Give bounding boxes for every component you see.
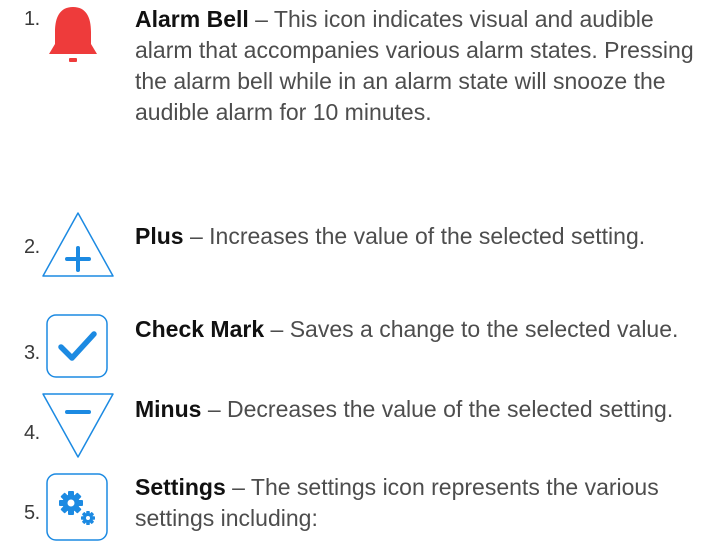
plus-icon bbox=[42, 212, 114, 277]
item-number: 5. bbox=[24, 502, 40, 524]
item-description: Plus – Increases the value of the select… bbox=[135, 221, 705, 252]
item-text: – Saves a change to the selected value. bbox=[264, 316, 679, 342]
item-number: 3. bbox=[24, 342, 40, 364]
item-title: Plus bbox=[135, 223, 184, 249]
item-title: Alarm Bell bbox=[135, 6, 249, 32]
alarm-bell-icon bbox=[49, 7, 97, 62]
item-number: 4. bbox=[24, 422, 40, 444]
settings-gear-icon bbox=[46, 473, 108, 541]
check-mark-icon bbox=[46, 314, 108, 378]
item-description: Alarm Bell – This icon indicates visual … bbox=[135, 4, 705, 128]
item-text: – Decreases the value of the selected se… bbox=[201, 396, 674, 422]
item-title: Settings bbox=[135, 474, 226, 500]
item-text: – Increases the value of the selected se… bbox=[183, 223, 646, 249]
item-title: Check Mark bbox=[135, 316, 265, 342]
item-description: Minus – Decreases the value of the selec… bbox=[135, 394, 705, 425]
item-number: 1. bbox=[24, 8, 40, 30]
item-number: 2. bbox=[24, 236, 40, 258]
minus-icon bbox=[42, 393, 114, 458]
item-title: Minus bbox=[135, 396, 202, 422]
item-description: Check Mark – Saves a change to the selec… bbox=[135, 314, 705, 345]
item-description: Settings – The settings icon represents … bbox=[135, 472, 705, 534]
